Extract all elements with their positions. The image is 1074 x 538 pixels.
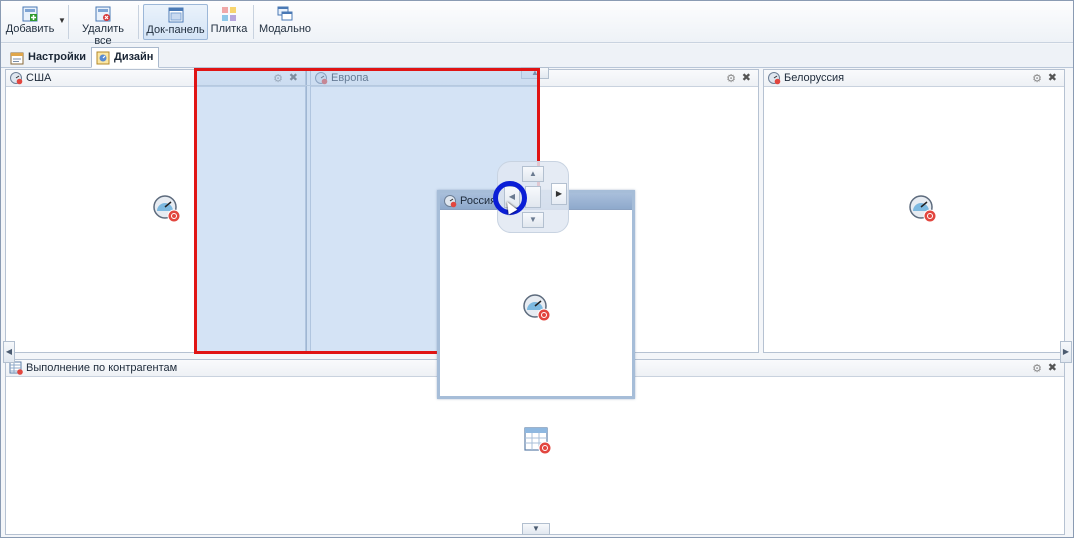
- modal-label: Модально: [258, 23, 312, 35]
- dashboard-icon: [768, 72, 781, 85]
- add-label: Добавить: [5, 23, 55, 35]
- panel-belarus[interactable]: Белоруссия ⚙ ✖: [763, 69, 1065, 353]
- delete-all-button[interactable]: Удалить все: [72, 4, 134, 47]
- dock-bottom-icon[interactable]: ▼: [522, 212, 544, 228]
- gear-icon[interactable]: ⚙: [1032, 362, 1042, 375]
- scroll-right-arrow-icon[interactable]: ▶: [1060, 341, 1072, 363]
- dock-top-icon[interactable]: ▲: [522, 166, 544, 182]
- tab-settings[interactable]: Настройки: [5, 47, 89, 68]
- delete-all-icon: [95, 6, 111, 22]
- dashboard-icon: [10, 72, 23, 85]
- tab-bar: Настройки Дизайн: [1, 44, 1073, 68]
- tab-settings-label: Настройки: [28, 51, 87, 63]
- tile-label: Плитка: [210, 23, 248, 35]
- add-button[interactable]: Добавить: [3, 4, 57, 40]
- scroll-left-arrow-icon[interactable]: ◀: [3, 341, 15, 363]
- toolbar-separator: [138, 5, 139, 39]
- design-tab-icon: [96, 51, 110, 65]
- settings-tab-icon: [10, 52, 24, 65]
- scroll-down-arrow-icon[interactable]: ▼: [522, 523, 550, 535]
- gear-icon[interactable]: ⚙: [1032, 72, 1042, 85]
- close-icon[interactable]: ✖: [1048, 71, 1057, 84]
- table-icon: [9, 361, 23, 375]
- dock-panel-button[interactable]: Док-панель: [143, 4, 208, 40]
- table-icon: [524, 427, 552, 455]
- gauge-icon: [153, 195, 181, 223]
- toolbar: Добавить ▼ Удалить все Док-панель Плитка…: [1, 1, 1073, 47]
- panel-title: Белоруссия: [784, 72, 845, 84]
- panel-title: Россия: [460, 195, 497, 207]
- panel-title: Выполнение по контрагентам: [26, 362, 178, 374]
- toolbar-separator: [253, 5, 254, 39]
- gauge-icon: [909, 195, 937, 223]
- dashboard-icon: [444, 195, 457, 208]
- gauge-icon: [523, 294, 551, 322]
- dock-panel-icon: [168, 7, 183, 23]
- close-icon[interactable]: ✖: [742, 71, 751, 84]
- preview-divider: [306, 71, 307, 351]
- dock-center-icon[interactable]: [525, 186, 541, 208]
- gear-icon[interactable]: ⚙: [726, 72, 736, 85]
- dock-right-icon[interactable]: ▶: [551, 183, 567, 205]
- dashboard-designer-window: Добавить ▼ Удалить все Док-панель Плитка…: [0, 0, 1074, 538]
- tile-button[interactable]: Плитка: [209, 4, 249, 40]
- tab-design-label: Дизайн: [114, 51, 154, 63]
- toolbar-separator: [68, 5, 69, 39]
- dock-panel-label: Док-панель: [146, 24, 205, 36]
- add-dropdown-arrow-icon[interactable]: ▼: [58, 16, 66, 25]
- preview-header-line: [197, 85, 537, 86]
- panel-header[interactable]: Белоруссия ⚙ ✖: [764, 70, 1064, 87]
- panel-title: США: [26, 72, 52, 84]
- close-icon[interactable]: ✖: [1048, 361, 1057, 374]
- add-panel-icon: [22, 6, 38, 22]
- tile-icon: [222, 7, 236, 21]
- modal-button[interactable]: Модально: [257, 4, 313, 40]
- tab-design[interactable]: Дизайн: [91, 47, 159, 68]
- modal-windows-icon: [277, 6, 293, 21]
